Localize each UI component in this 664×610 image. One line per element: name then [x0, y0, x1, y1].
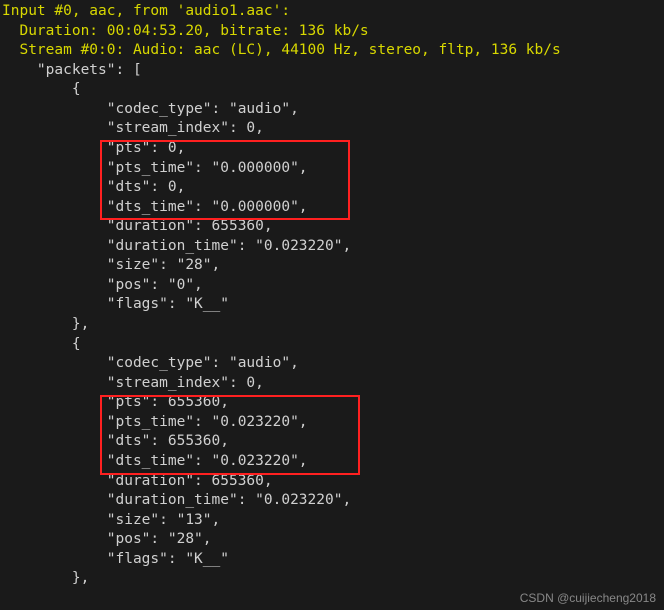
- packet2-duration-time: "duration_time": "0.023220",: [2, 491, 664, 511]
- packet2-flags: "flags": "K__": [2, 550, 664, 570]
- packet2-codec-type: "codec_type": "audio",: [2, 354, 664, 374]
- packet1-pts: "pts": 0,: [2, 139, 664, 159]
- packets-open: "packets": [: [2, 61, 664, 81]
- packet1-flags: "flags": "K__": [2, 295, 664, 315]
- packet2-close: },: [2, 569, 664, 589]
- packet1-duration: "duration": 655360,: [2, 217, 664, 237]
- packet1-codec-type: "codec_type": "audio",: [2, 100, 664, 120]
- packet2-size: "size": "13",: [2, 511, 664, 531]
- packet2-dts-time: "dts_time": "0.023220",: [2, 452, 664, 472]
- stream-line: Stream #0:0: Audio: aac (LC), 44100 Hz, …: [2, 41, 664, 61]
- packet1-size: "size": "28",: [2, 256, 664, 276]
- packet1-dts: "dts": 0,: [2, 178, 664, 198]
- packet1-stream-index: "stream_index": 0,: [2, 119, 664, 139]
- packet2-dts: "dts": 655360,: [2, 432, 664, 452]
- packet2-open: {: [2, 335, 664, 355]
- packet1-duration-time: "duration_time": "0.023220",: [2, 237, 664, 257]
- input-header-line: Input #0, aac, from 'audio1.aac':: [2, 2, 664, 22]
- packet1-pts-time: "pts_time": "0.000000",: [2, 159, 664, 179]
- packet2-stream-index: "stream_index": 0,: [2, 374, 664, 394]
- packet1-dts-time: "dts_time": "0.000000",: [2, 198, 664, 218]
- packet2-duration: "duration": 655360,: [2, 472, 664, 492]
- packet2-pts: "pts": 655360,: [2, 393, 664, 413]
- packet1-open: {: [2, 80, 664, 100]
- packet1-close: },: [2, 315, 664, 335]
- packet2-pts-time: "pts_time": "0.023220",: [2, 413, 664, 433]
- csdn-watermark: CSDN @cuijiecheng2018: [520, 590, 656, 606]
- packet2-pos: "pos": "28",: [2, 530, 664, 550]
- duration-line: Duration: 00:04:53.20, bitrate: 136 kb/s: [2, 22, 664, 42]
- packet1-pos: "pos": "0",: [2, 276, 664, 296]
